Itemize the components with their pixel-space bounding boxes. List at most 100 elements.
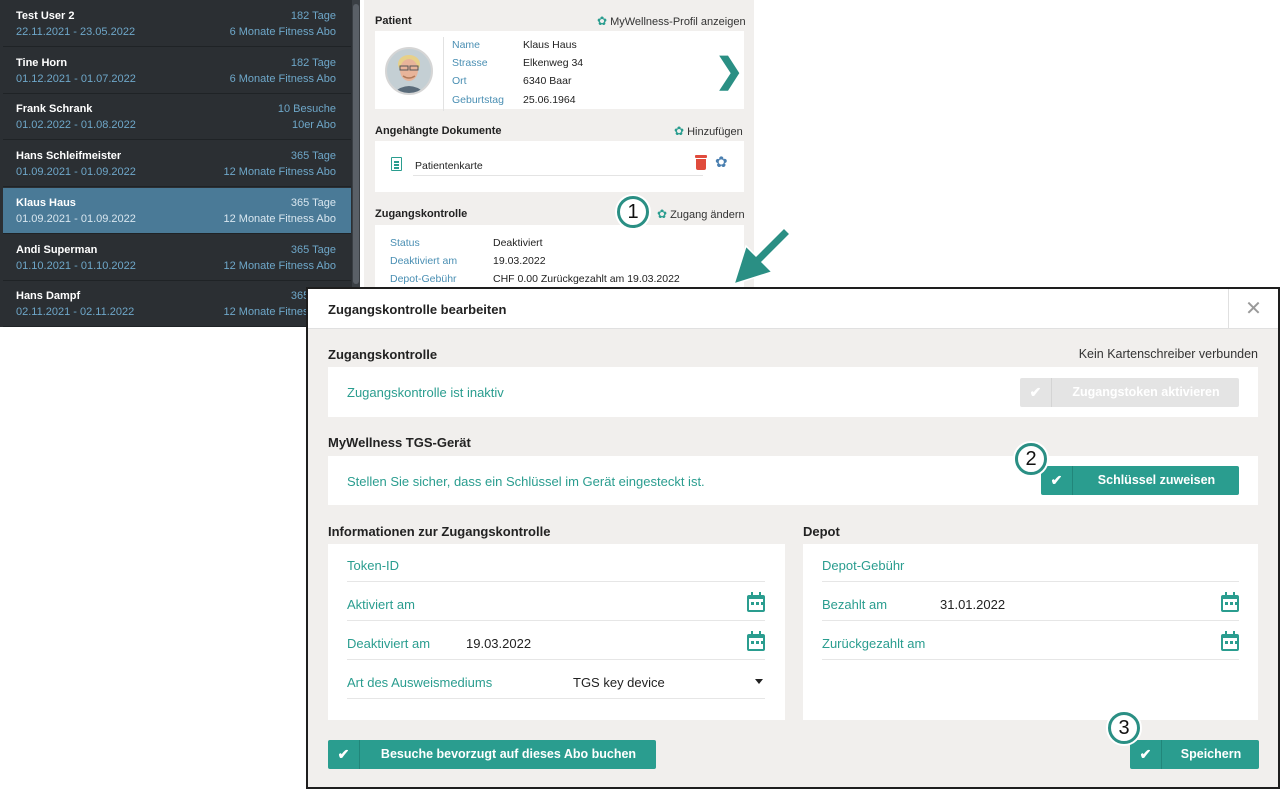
add-document-link[interactable]: ✿ Hinzufügen (674, 124, 743, 138)
patient-list-item-subscription: 12 Monate Fitness Abo (223, 212, 336, 225)
assign-key-button-label: Schlüssel zuweisen (1097, 473, 1216, 487)
paid-date-label: Bezahlt am (822, 597, 888, 612)
assign-key-button[interactable]: ✔ Schlüssel zuweisen (1041, 466, 1239, 495)
gear-icon: ✿ (657, 207, 668, 221)
paid-date-value[interactable]: 31.01.2022 (940, 597, 1005, 612)
patient-list-item-dates: 01.09.2021 - 01.09.2022 (16, 212, 136, 225)
access-card: Status Deaktiviert Deaktiviert am 19.03.… (375, 225, 744, 290)
access-deactivated-label: Deaktiviert am (390, 255, 458, 267)
check-icon: ✔ (1041, 466, 1073, 495)
calendar-icon[interactable] (1221, 592, 1239, 612)
deactivated-date-field[interactable]: Deaktiviert am 19.03.2022 (347, 622, 765, 660)
patient-list-item-duration: 365 Tage (290, 196, 336, 209)
patient-list-item-subscription: 12 Monate Fitness Abo (223, 259, 336, 272)
patient-detail-panel: Patient ✿ MyWellness-Profil anzeigen Name… (364, 0, 754, 290)
documents-card: Patientenkarte ✿ (375, 141, 744, 192)
caret-down-icon[interactable] (755, 679, 763, 684)
patient-list-item-dates: 01.12.2021 - 01.07.2022 (16, 72, 136, 85)
patient-list-item-name: Hans Dampf (16, 290, 81, 303)
depot-heading: Depot (803, 524, 840, 539)
paid-date-field[interactable]: Bezahlt am 31.01.2022 (822, 583, 1239, 621)
depot-card: Depot-Gebühr Bezahlt am 31.01.2022 Zurüc… (803, 544, 1258, 720)
change-access-link-label: Zugang ändern (670, 209, 745, 221)
patient-list-item[interactable]: Hans Schleifmeister 01.09.2021 - 01.09.20… (3, 141, 351, 188)
tgs-device-heading: MyWellness TGS-Gerät (328, 435, 471, 450)
patient-list-item-name: Test User 2 (16, 10, 75, 22)
tgs-device-card: Stellen Sie sicher, dass ein Schlüssel i… (328, 456, 1258, 505)
patient-list-item-duration: 182 Tage (290, 56, 336, 69)
patient-list-item-name: Frank Schrank (16, 103, 93, 116)
patient-birthday-label: Geburtstag (452, 94, 504, 106)
activate-token-button[interactable]: ✔ Zugangstoken aktivieren (1020, 378, 1239, 407)
calendar-icon[interactable] (747, 631, 765, 651)
patient-name-label: Name (452, 39, 481, 51)
save-button[interactable]: ✔ Speichern (1130, 740, 1259, 769)
patient-list-item-duration: 10 Besuche (277, 103, 336, 116)
patient-list-item-dates: 01.09.2021 - 01.09.2022 (16, 166, 136, 179)
deactivated-date-value[interactable]: 19.03.2022 (466, 636, 531, 651)
card-writer-status: Kein Kartenschreiber verbunden (1078, 347, 1258, 361)
activated-date-label: Aktiviert am (347, 597, 415, 612)
patient-list-item-dates: 01.10.2021 - 01.10.2022 (16, 259, 136, 272)
calendar-icon[interactable] (1221, 631, 1239, 651)
patient-list-item-duration: 365 Tage (290, 243, 336, 256)
mywellness-profile-link[interactable]: ✿ MyWellness-Profil anzeigen (597, 14, 746, 28)
check-icon: ✔ (1020, 378, 1052, 407)
patient-list-item[interactable]: Tine Horn 01.12.2021 - 01.07.2022 182 Tage… (3, 48, 351, 94)
close-icon[interactable]: ✕ (1228, 289, 1278, 329)
document-settings-gear-icon[interactable]: ✿ (715, 153, 728, 171)
token-id-field[interactable]: Token-ID (347, 544, 765, 582)
access-status-value: Deaktiviert (493, 237, 543, 249)
access-info-heading: Informationen zur Zugangskontrolle (328, 524, 551, 539)
app-root: Test User 2 22.11.2021 - 23.05.2022 182 Ta… (0, 0, 1282, 791)
patient-list-item[interactable]: Test User 2 22.11.2021 - 23.05.2022 182 Ta… (3, 1, 351, 47)
patient-list-item-dates: 01.02.2022 - 01.08.2022 (16, 119, 136, 132)
book-visits-button-label: Besuche bevorzugt auf dieses Abo buchen (380, 747, 637, 761)
depot-fee-label: Depot-Gebühr (822, 558, 905, 573)
patient-list-item-subscription: 10er Abo (291, 119, 336, 132)
patient-list-scrollbar-thumb[interactable] (353, 4, 359, 284)
gear-icon: ✿ (674, 124, 685, 138)
refund-date-label: Zurückgezahlt am (822, 636, 926, 651)
patient-list-item[interactable]: Andi Superman 01.10.2021 - 01.10.2022 365 … (3, 235, 351, 281)
deactivated-date-label: Deaktiviert am (347, 636, 431, 651)
patient-list-item-name: Andi Superman (16, 243, 98, 256)
document-name[interactable]: Patientenkarte (415, 160, 483, 172)
patient-card: Name Klaus Haus Strasse Elkenweg 34 Ort … (375, 31, 744, 111)
document-icon (391, 157, 402, 171)
patient-city-value: 6340 Baar (523, 75, 572, 87)
activated-date-field[interactable]: Aktiviert am (347, 583, 765, 621)
book-visits-button[interactable]: ✔ Besuche bevorzugt auf dieses Abo buche… (328, 740, 656, 769)
patient-list-item[interactable]: Frank Schrank 01.02.2022 - 01.08.2022 10 B… (3, 94, 351, 141)
calendar-icon[interactable] (747, 592, 765, 612)
chevron-right-icon[interactable]: ❯ (715, 51, 744, 91)
access-depot-fee-label: Depot-Gebühr (390, 273, 457, 285)
patient-list-item[interactable]: Klaus Haus 01.09.2021 - 01.09.2022 365 Tag… (3, 187, 351, 234)
mywellness-profile-link-label: MyWellness-Profil anzeigen (610, 16, 746, 28)
change-access-link[interactable]: ✿ Zugang ändern (657, 207, 745, 221)
patient-list-item-dates: 02.11.2021 - 02.11.2022 (16, 306, 135, 319)
patient-street-label: Strasse (452, 57, 488, 69)
trash-icon[interactable] (695, 155, 707, 170)
patient-list-item-subscription: 6 Monate Fitness Abo (229, 72, 336, 85)
patient-list-item[interactable]: Hans Dampf02.11.2021 - 02.11.2022365 Tag… (3, 281, 351, 328)
patient-list-item-subscription: 12 Monate Fitness Abo (223, 166, 336, 179)
patient-list-item-duration: 182 Tage (290, 10, 336, 22)
patient-list-item-dates: 22.11.2021 - 23.05.2022 (16, 26, 136, 38)
step-marker-1: 1 (617, 196, 649, 228)
activate-token-button-label: Zugangstoken aktivieren (1072, 385, 1220, 399)
patient-card-divider (443, 37, 444, 111)
patient-section-title: Patient (375, 15, 412, 27)
token-id-label: Token-ID (347, 558, 400, 573)
medium-type-select[interactable]: Art des Ausweismediums TGS key device (347, 661, 765, 699)
access-depot-fee-value: CHF 0.00 Zurückgezahlt am 19.03.2022 (493, 273, 680, 285)
access-control-heading: Zugangskontrolle (328, 347, 438, 362)
patient-list: Test User 2 22.11.2021 - 23.05.2022 182 Ta… (0, 0, 360, 328)
documents-section-title: Angehängte Dokumente (375, 125, 502, 137)
patient-list-item-name: Hans Schleifmeister (16, 150, 122, 163)
refund-date-field[interactable]: Zurückgezahlt am (822, 622, 1239, 660)
tgs-instruction-text: Stellen Sie sicher, dass ein Schlüssel i… (347, 474, 705, 489)
depot-fee-field[interactable]: Depot-Gebühr (822, 544, 1239, 582)
check-icon: ✔ (1130, 740, 1162, 769)
medium-type-value[interactable]: TGS key device (573, 675, 665, 690)
